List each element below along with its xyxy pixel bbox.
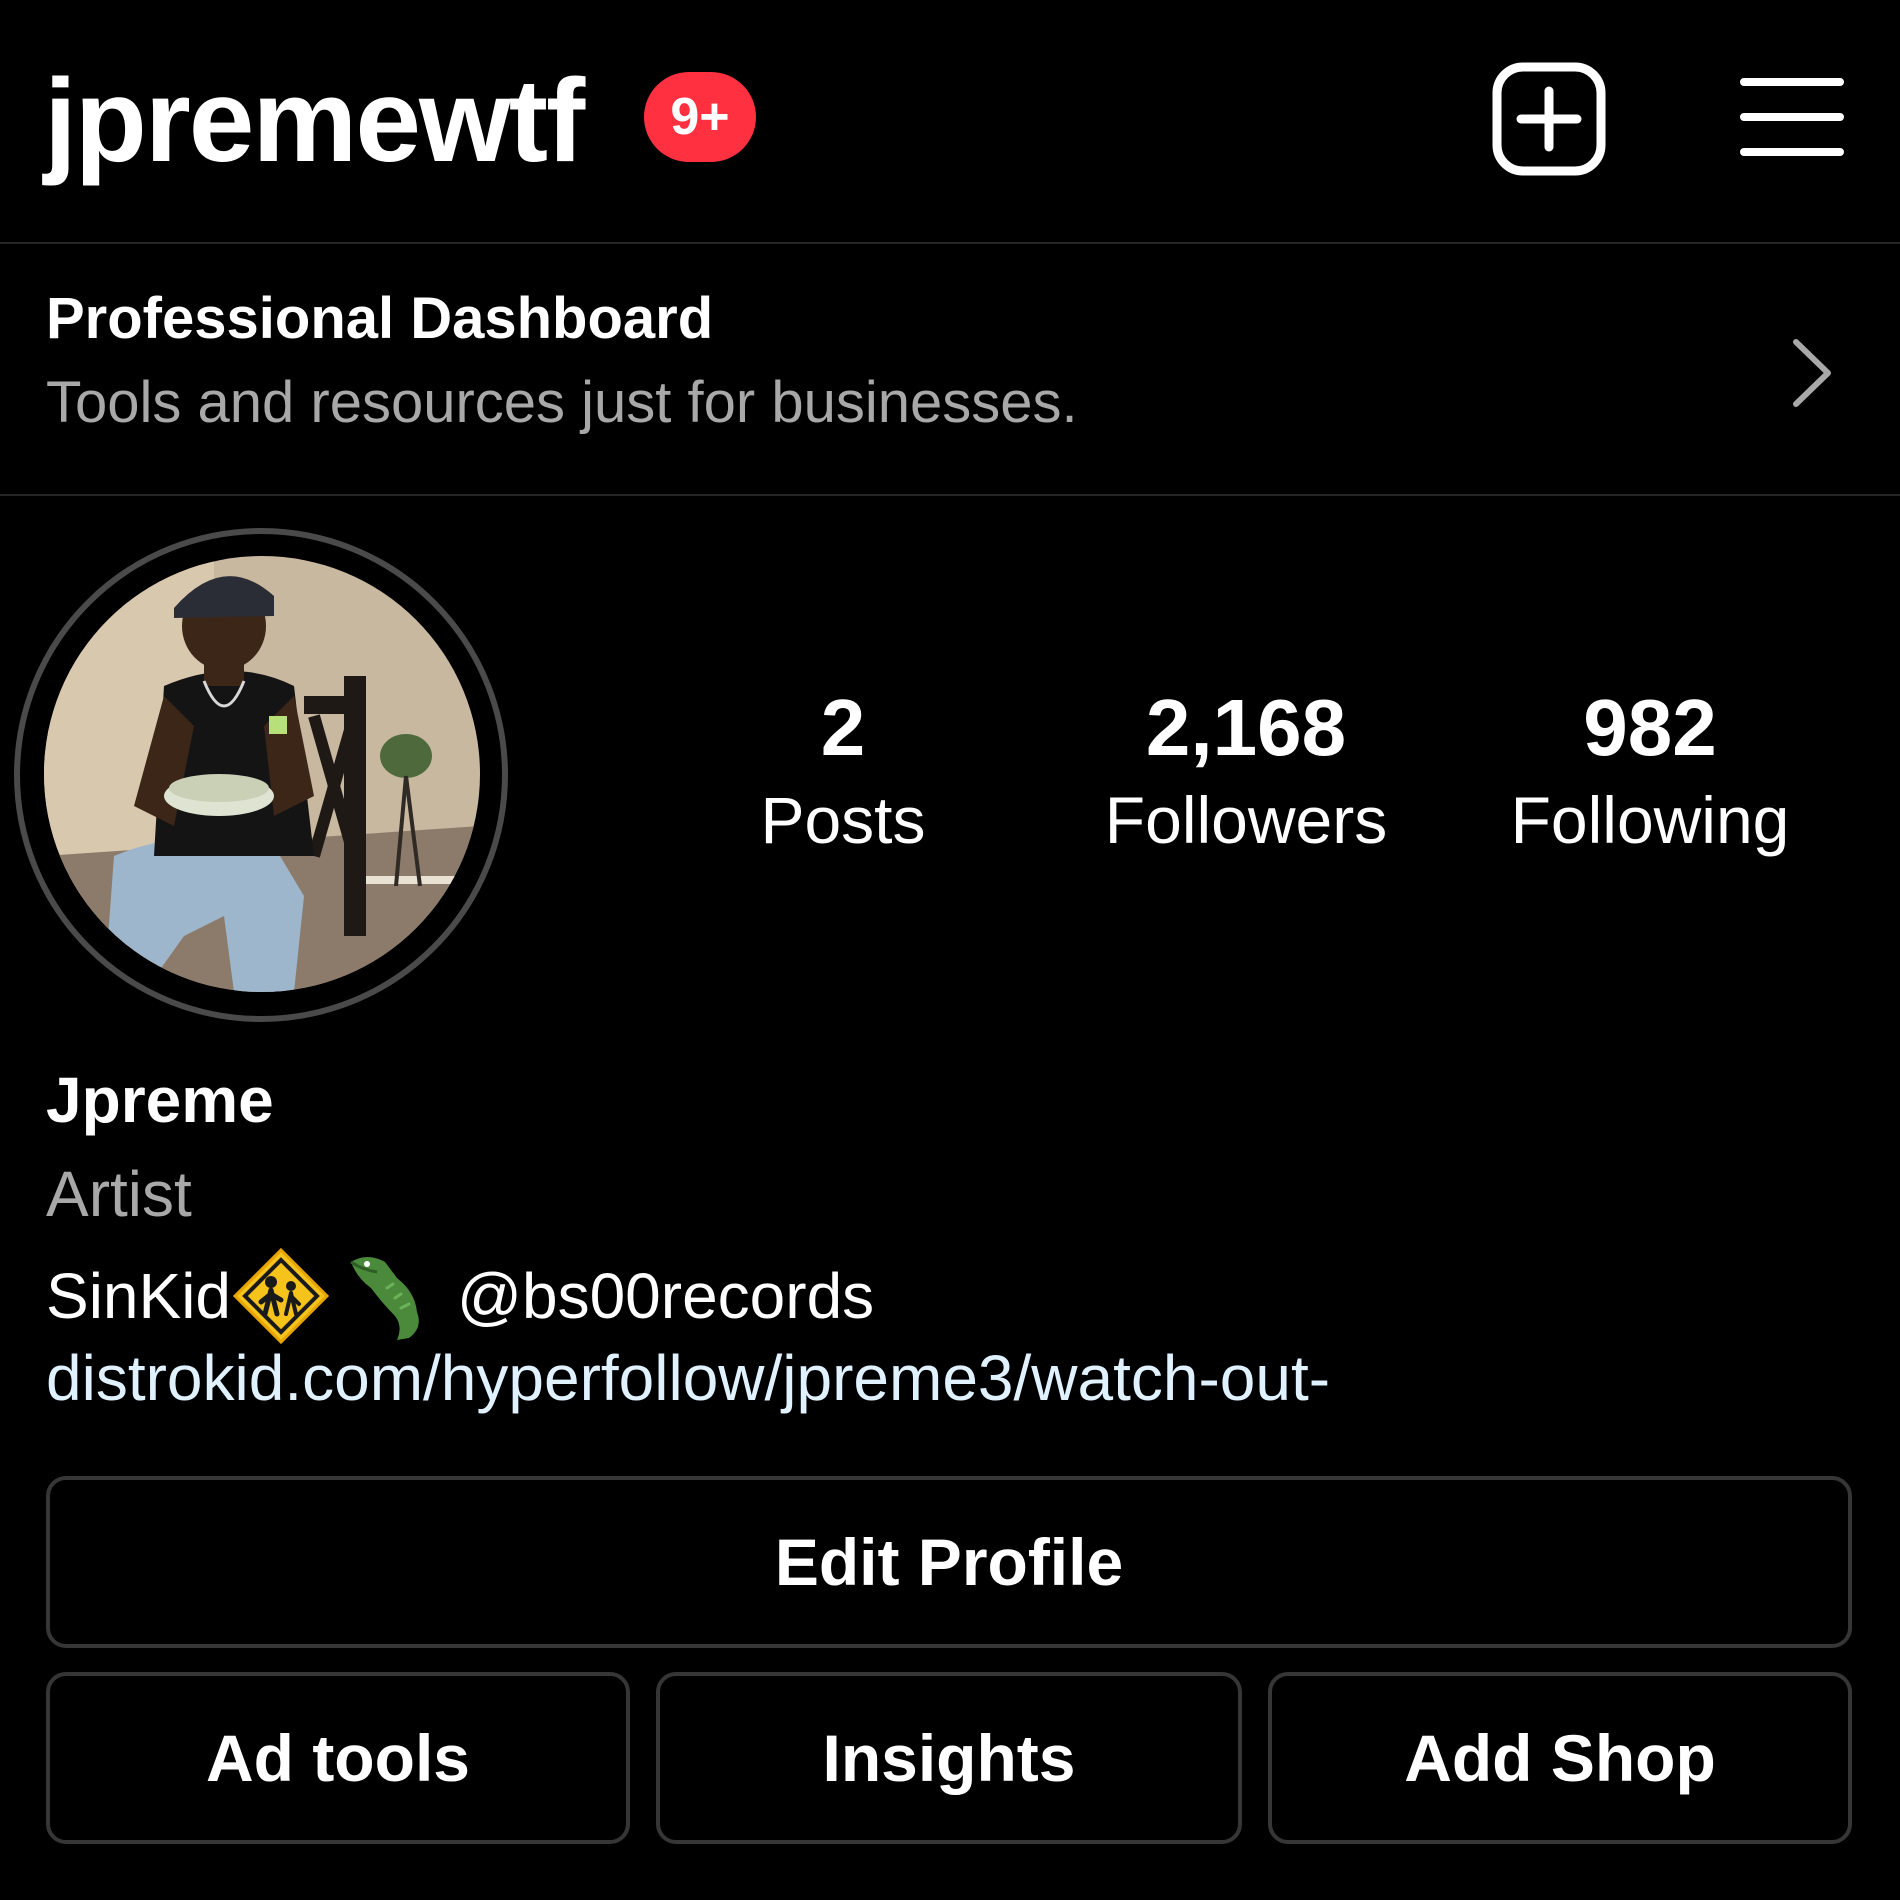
professional-dashboard-row[interactable]: Professional Dashboard Tools and resourc… — [0, 244, 1900, 496]
dashboard-title: Professional Dashboard — [46, 286, 714, 351]
following-label: Following — [1510, 783, 1790, 857]
hamburger-menu-icon[interactable] — [1740, 74, 1844, 160]
username-title[interactable]: jpremewtf — [44, 46, 585, 196]
bio-text: SinKid @bs00records — [46, 1246, 874, 1346]
crocodile-emoji — [350, 1257, 419, 1340]
plus-square-icon[interactable] — [1492, 62, 1606, 176]
mention-link[interactable]: @bs00records — [457, 1256, 874, 1336]
ad-tools-button[interactable]: Ad tools — [46, 1672, 630, 1844]
add-shop-button[interactable]: Add Shop — [1268, 1672, 1852, 1844]
posts-stat[interactable]: 2 Posts — [653, 680, 1033, 862]
children-crossing-emoji — [232, 1247, 330, 1345]
posts-count: 2 — [820, 683, 866, 772]
top-bar: jpremewtf 9+ — [0, 0, 1900, 244]
avatar[interactable] — [44, 556, 480, 992]
notification-badge[interactable]: 9+ — [644, 72, 756, 162]
following-stat[interactable]: 982 Following — [1460, 680, 1840, 862]
posts-label: Posts — [760, 783, 926, 857]
followers-stat[interactable]: 2,168 Followers — [1056, 680, 1436, 862]
bio-name: SinKid — [46, 1260, 231, 1332]
website-link[interactable]: distrokid.com/hyperfollow/jpreme3/watch-… — [46, 1338, 1330, 1418]
insights-button[interactable]: Insights — [656, 1672, 1242, 1844]
followers-count: 2,168 — [1145, 683, 1347, 772]
profile-category: Artist — [46, 1158, 192, 1230]
edit-profile-button[interactable]: Edit Profile — [46, 1476, 1852, 1648]
display-name: Jpreme — [46, 1064, 274, 1136]
chevron-right-icon — [1793, 339, 1831, 407]
followers-label: Followers — [1104, 783, 1388, 857]
dashboard-subtitle: Tools and resources just for businesses. — [46, 370, 1078, 435]
following-count: 982 — [1583, 683, 1717, 772]
